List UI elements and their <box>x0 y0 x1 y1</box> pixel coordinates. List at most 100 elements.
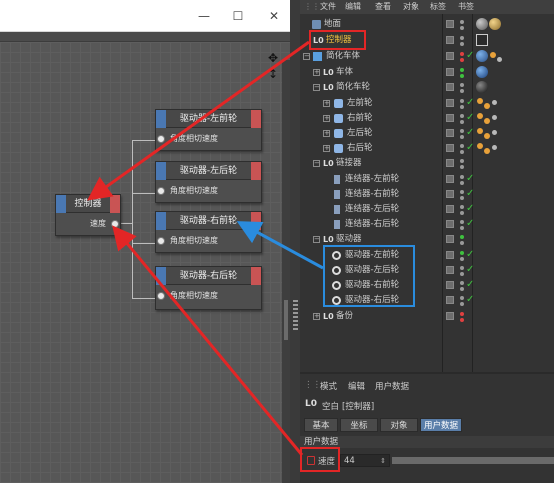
render-dot[interactable] <box>460 257 464 261</box>
visibility-dot[interactable] <box>460 99 464 103</box>
enabled-check-icon[interactable]: ✓ <box>466 140 474 155</box>
visibility-dot[interactable] <box>460 235 464 239</box>
visibility-dot[interactable] <box>460 190 464 194</box>
enabled-check-icon[interactable]: ✓ <box>466 292 474 307</box>
xpresso-canvas[interactable] <box>0 32 290 483</box>
material-tag-icon[interactable] <box>476 18 488 30</box>
render-dot[interactable] <box>460 241 464 245</box>
visibility-dot[interactable] <box>460 281 464 285</box>
object-name[interactable]: 连结器-右后轮 <box>345 217 399 232</box>
object-row-body-simplified[interactable]: − 简化车体 ✓ <box>300 49 554 64</box>
collapse-toggle[interactable]: − <box>313 84 320 91</box>
expand-toggle[interactable]: + <box>313 313 320 320</box>
enabled-check-icon[interactable]: ✓ <box>466 48 474 63</box>
input-port[interactable] <box>157 237 165 245</box>
stepper-arrows-icon[interactable]: ⇕ <box>380 455 386 467</box>
menu-object[interactable]: 对象 <box>403 0 419 14</box>
render-dot[interactable] <box>460 26 464 30</box>
visibility-dot[interactable] <box>460 144 464 148</box>
visibility-dot[interactable] <box>460 266 464 270</box>
visibility-dot[interactable] <box>460 83 464 87</box>
render-dot[interactable] <box>460 165 464 169</box>
xpresso-scrollbar[interactable] <box>282 60 290 483</box>
dynamics-tag-icon[interactable] <box>490 52 496 58</box>
object-row-body[interactable]: + L0 车体 <box>300 65 554 80</box>
layer-flag[interactable] <box>446 20 454 28</box>
enabled-check-icon[interactable]: ✓ <box>466 186 474 201</box>
layer-flag[interactable] <box>446 129 454 137</box>
controller-node[interactable]: 控制器 速度 <box>55 194 121 236</box>
input-port-block[interactable] <box>156 267 166 285</box>
input-port-block[interactable] <box>56 195 66 213</box>
input-port[interactable] <box>157 135 165 143</box>
layer-flag[interactable] <box>446 312 454 320</box>
expand-toggle[interactable]: + <box>323 115 330 122</box>
menu-edit[interactable]: 编辑 <box>345 0 361 14</box>
material-tag-icon[interactable] <box>476 66 488 78</box>
render-dot[interactable] <box>460 272 464 276</box>
visibility-dot[interactable] <box>460 220 464 224</box>
object-name[interactable]: 连结器-左前轮 <box>345 172 399 187</box>
layer-flag[interactable] <box>446 251 454 259</box>
tag-icon[interactable] <box>492 130 497 135</box>
menu-tag[interactable]: 标签 <box>430 0 446 14</box>
layer-flag[interactable] <box>446 235 454 243</box>
visibility-dot[interactable] <box>460 114 464 118</box>
input-port-block[interactable] <box>156 110 166 128</box>
panel-splitter[interactable] <box>291 0 300 483</box>
object-row-connector[interactable]: 连结器-左后轮 ✓ <box>300 202 554 217</box>
object-row-backup[interactable]: + L0 备份 <box>300 309 554 324</box>
material-tag-icon[interactable] <box>476 81 488 93</box>
input-port-block[interactable] <box>156 162 166 180</box>
tab-user-data[interactable]: 用户数据 <box>420 418 462 432</box>
visibility-dot[interactable] <box>460 175 464 179</box>
expand-toggle[interactable]: + <box>323 130 330 137</box>
visibility-dot[interactable] <box>460 20 464 24</box>
visibility-dot[interactable] <box>460 251 464 255</box>
dynamics-tag-icon[interactable] <box>484 133 490 139</box>
input-port-block[interactable] <box>156 212 166 230</box>
maximize-button[interactable]: ☐ <box>230 8 246 24</box>
node-header[interactable]: 驱动器-左前轮 <box>156 110 261 128</box>
collapse-toggle[interactable]: − <box>313 160 320 167</box>
enabled-check-icon[interactable]: ✓ <box>466 277 474 292</box>
speed-input[interactable]: 44 ⇕ <box>340 454 390 467</box>
splitter-grip-icon[interactable] <box>293 300 298 330</box>
collapse-toggle[interactable]: − <box>303 53 310 60</box>
node-header[interactable]: 驱动器-右后轮 <box>156 267 261 285</box>
close-button[interactable]: ✕ <box>266 8 282 24</box>
render-dot[interactable] <box>460 120 464 124</box>
tag-icon[interactable] <box>492 145 497 150</box>
render-dot[interactable] <box>460 302 464 306</box>
texture-tag-icon[interactable] <box>489 18 501 30</box>
tab-basic[interactable]: 基本 <box>304 418 338 432</box>
layer-flag[interactable] <box>446 190 454 198</box>
visibility-dot[interactable] <box>460 296 464 300</box>
layer-flag[interactable] <box>446 266 454 274</box>
object-name[interactable]: 右后轮 <box>347 141 373 156</box>
layer-flag[interactable] <box>446 36 454 44</box>
expand-toggle[interactable]: + <box>313 69 320 76</box>
object-row-wheel[interactable]: + 右后轮 ✓ <box>300 141 554 156</box>
material-tag-icon[interactable] <box>476 50 488 62</box>
render-dot[interactable] <box>460 196 464 200</box>
menu-user-data[interactable]: 用户数据 <box>375 380 409 392</box>
node-header[interactable]: 驱动器-左后轮 <box>156 162 261 180</box>
dynamics-tag-icon[interactable] <box>484 103 490 109</box>
visibility-dot[interactable] <box>460 36 464 40</box>
render-dot[interactable] <box>460 42 464 46</box>
layer-flag[interactable] <box>446 159 454 167</box>
object-name[interactable]: 右前轮 <box>347 111 373 126</box>
node-header[interactable]: 驱动器-右前轮 <box>156 212 261 230</box>
output-port-block[interactable] <box>251 267 261 285</box>
input-port[interactable] <box>157 187 165 195</box>
render-dot[interactable] <box>460 318 464 322</box>
speed-slider[interactable] <box>392 457 554 464</box>
object-row-wheel[interactable]: + 左后轮 ✓ <box>300 126 554 141</box>
object-name[interactable]: 连结器-左后轮 <box>345 202 399 217</box>
object-name[interactable]: 左前轮 <box>347 96 373 111</box>
collapse-toggle[interactable]: − <box>313 236 320 243</box>
render-dot[interactable] <box>460 105 464 109</box>
enabled-check-icon[interactable]: ✓ <box>466 110 474 125</box>
dynamics-tag-icon[interactable] <box>477 98 483 104</box>
